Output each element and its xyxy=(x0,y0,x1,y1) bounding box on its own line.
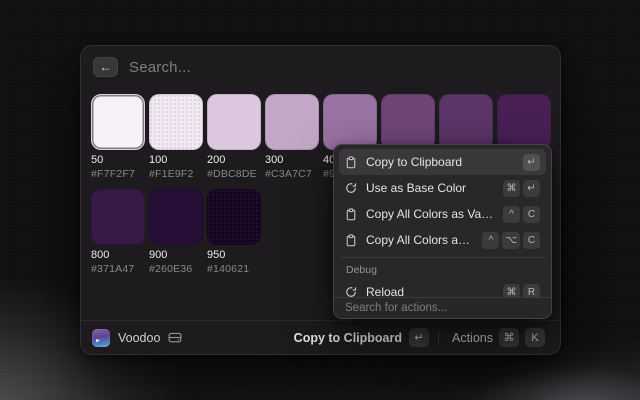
swatch-cell[interactable]: 800 #371A47 xyxy=(91,189,145,284)
clipboard-icon xyxy=(345,234,357,247)
swatch-hex: #F7F2F7 xyxy=(91,168,145,180)
actions-button-label: Actions xyxy=(452,331,493,345)
clipboard-icon xyxy=(345,156,357,169)
shortcut-key-badge: C xyxy=(523,232,540,249)
swatch-shade: 300 xyxy=(265,154,319,166)
menu-item-label: Use as Base Color xyxy=(366,181,466,195)
shortcut-key-badge: ⌘ xyxy=(503,180,520,197)
menu-item-label: Copy to Clipboard xyxy=(366,155,462,169)
actions-menu: Copy to Clipboard ↵ Use as Base Color ⌘↵… xyxy=(333,144,552,319)
base-color-icon xyxy=(345,182,357,194)
swatch[interactable] xyxy=(265,94,319,150)
actions-search-input[interactable]: Search for actions... xyxy=(334,297,551,318)
menu-item[interactable]: Copy to Clipboard ↵ xyxy=(339,149,546,175)
shortcut-key-badge: ↵ xyxy=(523,180,540,197)
swatch[interactable] xyxy=(439,94,493,150)
menu-item-label: Copy All Colors as Variable Declara… xyxy=(366,207,495,221)
swatch-cell[interactable]: 200 #DBC8DE xyxy=(207,94,261,189)
swatch[interactable] xyxy=(497,94,551,150)
menu-item[interactable]: Use as Base Color ⌘↵ xyxy=(339,175,546,201)
back-button[interactable]: ← xyxy=(93,57,118,77)
search-header: ← Search... xyxy=(81,46,560,88)
swatch-cell[interactable]: 950 #140621 xyxy=(207,189,261,284)
palette-name: Voodoo xyxy=(118,331,160,345)
actions-menu-body: Copy to Clipboard ↵ Use as Base Color ⌘↵… xyxy=(334,145,551,297)
status-bar-divider xyxy=(438,331,439,344)
swatch-cell[interactable]: 900 #260E36 xyxy=(149,189,203,284)
swatch-shade: 100 xyxy=(149,154,203,166)
actions-menu-main-list: Copy to Clipboard ↵ Use as Base Color ⌘↵… xyxy=(339,149,546,253)
swatch-hex: #371A47 xyxy=(91,263,145,275)
primary-action-button[interactable]: Copy to Clipboard xyxy=(294,331,402,345)
arrow-left-icon: ← xyxy=(100,60,112,74)
swatch[interactable] xyxy=(323,94,377,150)
swatch-cell[interactable]: 300 #C3A7C7 xyxy=(265,94,319,189)
reload-icon xyxy=(345,286,357,297)
shortcut-key-badge: ^ xyxy=(503,206,520,223)
menu-item-shortcut: ^⌥C xyxy=(482,232,540,249)
menu-separator xyxy=(340,257,545,258)
swatch-hex: #C3A7C7 xyxy=(265,168,319,180)
search-input[interactable]: Search... xyxy=(129,59,191,76)
menu-item[interactable]: Copy All Colors as JSON ^⌥C xyxy=(339,227,546,253)
desktop-background: ← Search... 50 #F7F2F7 100 #F1E9F2 200 #… xyxy=(0,0,640,400)
enter-key-badge: ↵ xyxy=(409,328,429,347)
actions-menu-debug-list: Reload ⌘R xyxy=(339,279,546,297)
swatch-shade: 50 xyxy=(91,154,145,166)
menu-item-shortcut: ⌘R xyxy=(503,284,540,298)
shortcut-key-badge: ⌘ xyxy=(503,284,520,298)
menu-item-shortcut: ^C xyxy=(503,206,540,223)
menu-item-label: Reload xyxy=(366,285,404,297)
drive-icon xyxy=(168,331,182,344)
menu-item-shortcut: ↵ xyxy=(523,154,540,171)
swatch[interactable] xyxy=(91,189,145,245)
swatch-hex: #140621 xyxy=(207,263,261,275)
swatch-shade: 900 xyxy=(149,249,203,261)
menu-item[interactable]: Reload ⌘R xyxy=(339,279,546,297)
swatch-hex: #DBC8DE xyxy=(207,168,261,180)
swatch-shade: 800 xyxy=(91,249,145,261)
raycast-window: ← Search... 50 #F7F2F7 100 #F1E9F2 200 #… xyxy=(80,45,561,355)
clipboard-icon xyxy=(345,208,357,221)
k-key-badge: K xyxy=(525,328,545,347)
swatch-shade: 950 xyxy=(207,249,261,261)
swatch-cell[interactable]: 100 #F1E9F2 xyxy=(149,94,203,189)
shortcut-key-badge: R xyxy=(523,284,540,298)
swatch[interactable] xyxy=(91,94,145,150)
swatch[interactable] xyxy=(381,94,435,150)
menu-item[interactable]: Copy All Colors as Variable Declara… ^C xyxy=(339,201,546,227)
shortcut-key-badge: C xyxy=(523,206,540,223)
swatch[interactable] xyxy=(149,189,203,245)
swatch[interactable] xyxy=(207,94,261,150)
status-bar-right: Copy to Clipboard ↵ Actions ⌘ K xyxy=(294,325,549,350)
swatch-cell[interactable]: 50 #F7F2F7 xyxy=(91,94,145,189)
shortcut-key-badge: ^ xyxy=(482,232,499,249)
shortcut-key-badge: ↵ xyxy=(523,154,540,171)
voodoo-app-icon xyxy=(92,329,110,347)
actions-button[interactable]: Actions ⌘ K xyxy=(448,325,549,350)
menu-item-label: Copy All Colors as JSON xyxy=(366,233,474,247)
menu-section-label: Debug xyxy=(339,260,546,279)
swatch-hex: #F1E9F2 xyxy=(149,168,203,180)
swatch-shade: 200 xyxy=(207,154,261,166)
status-bar: Voodoo Copy to Clipboard ↵ Actions ⌘ K xyxy=(81,320,560,354)
swatch[interactable] xyxy=(207,189,261,245)
swatch-hex: #260E36 xyxy=(149,263,203,275)
shortcut-key-badge: ⌥ xyxy=(502,232,520,249)
swatch[interactable] xyxy=(149,94,203,150)
menu-item-shortcut: ⌘↵ xyxy=(503,180,540,197)
cmd-key-badge: ⌘ xyxy=(499,328,519,347)
